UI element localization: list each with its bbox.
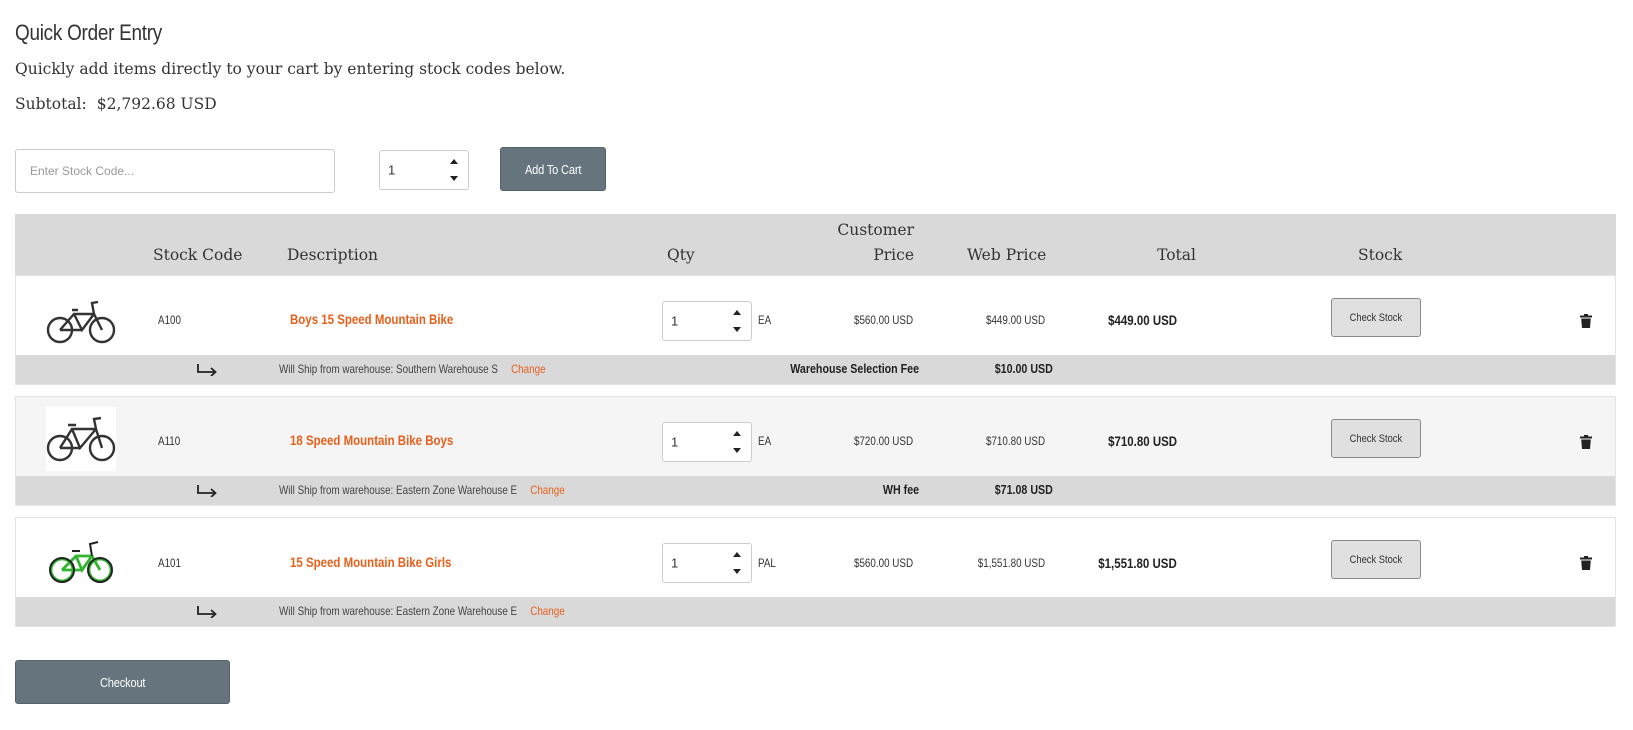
ship-from-text: Will Ship from warehouse: Eastern Zone W… xyxy=(279,604,565,618)
entry-qty-stepper[interactable]: 1 xyxy=(379,150,469,190)
web-price: $449.00 USD xyxy=(985,313,1045,327)
row-total: $449.00 USD xyxy=(1108,312,1177,328)
page-intro: Quickly add items directly to your cart … xyxy=(15,60,566,78)
ship-from-text: Will Ship from warehouse: Southern Wareh… xyxy=(279,362,546,376)
checkout-label: Checkout xyxy=(99,674,146,690)
bicycle-icon xyxy=(46,300,116,344)
unit: PAL xyxy=(758,556,776,570)
checkout-button[interactable]: Checkout xyxy=(15,660,230,704)
header-stock-code: Stock Code xyxy=(153,246,243,264)
web-price: $1,551.80 USD xyxy=(977,556,1045,570)
unit: EA xyxy=(758,434,772,448)
trash-icon[interactable] xyxy=(1580,556,1592,570)
header-customer-price-line2: Price xyxy=(873,246,914,264)
stock-code: A110 xyxy=(158,434,181,448)
check-stock-button[interactable]: Check Stock xyxy=(1331,419,1421,458)
bicycle-icon xyxy=(46,416,116,462)
product-image xyxy=(46,528,116,592)
ship-from-text: Will Ship from warehouse: Eastern Zone W… xyxy=(279,483,565,497)
trash-icon[interactable] xyxy=(1580,435,1592,449)
ship-from-label: Will Ship from warehouse: Eastern Zone W… xyxy=(279,604,518,618)
stock-code-input[interactable] xyxy=(15,149,335,193)
increment-icon[interactable] xyxy=(733,310,741,315)
add-to-cart-label: Add To Cart xyxy=(524,161,582,177)
check-stock-button[interactable]: Check Stock xyxy=(1331,540,1421,579)
header-customer-price-line1: Customer xyxy=(837,221,914,239)
increment-icon[interactable] xyxy=(733,431,741,436)
check-stock-label: Check Stock xyxy=(1349,432,1403,445)
row-total: $1,551.80 USD xyxy=(1098,555,1177,571)
product-description-link[interactable]: 18 Speed Mountain Bike Boys xyxy=(290,432,453,448)
product-description-link[interactable]: Boys 15 Speed Mountain Bike xyxy=(290,311,453,327)
return-arrow-icon xyxy=(197,485,217,497)
fee-value: $71.08 USD xyxy=(994,482,1053,497)
row-qty-value[interactable]: 1 xyxy=(671,556,678,571)
table-header: Stock Code Description Qty Customer Pric… xyxy=(15,214,1616,275)
shipping-row xyxy=(15,476,1616,506)
increment-icon[interactable] xyxy=(450,159,458,164)
product-image xyxy=(46,407,116,471)
trash-icon[interactable] xyxy=(1580,314,1592,328)
fee-label: WH fee xyxy=(882,482,919,497)
stock-code: A100 xyxy=(158,313,181,327)
decrement-icon[interactable] xyxy=(733,569,741,574)
change-warehouse-link[interactable]: Change xyxy=(530,483,564,497)
subtotal-label: Subtotal: xyxy=(15,95,87,113)
return-arrow-icon xyxy=(197,606,217,618)
header-web-price: Web Price xyxy=(967,246,1047,264)
customer-price: $720.00 USD xyxy=(853,434,913,448)
change-warehouse-link[interactable]: Change xyxy=(530,604,564,618)
check-stock-label: Check Stock xyxy=(1349,553,1403,566)
row-qty-stepper[interactable]: 1 xyxy=(662,543,752,583)
row-qty-stepper[interactable]: 1 xyxy=(662,422,752,462)
change-warehouse-link[interactable]: Change xyxy=(511,362,545,376)
check-stock-label: Check Stock xyxy=(1349,311,1403,324)
check-stock-button[interactable]: Check Stock xyxy=(1331,298,1421,337)
product-description-link[interactable]: 15 Speed Mountain Bike Girls xyxy=(290,554,451,570)
header-total: Total xyxy=(1157,246,1196,264)
fee-value: $10.00 USD xyxy=(994,361,1053,376)
customer-price: $560.00 USD xyxy=(853,556,913,570)
page-title: Quick Order Entry xyxy=(15,20,163,45)
add-to-cart-button[interactable]: Add To Cart xyxy=(500,147,606,191)
bicycle-icon xyxy=(49,541,113,583)
increment-icon[interactable] xyxy=(733,552,741,557)
decrement-icon[interactable] xyxy=(450,176,458,181)
unit: EA xyxy=(758,313,772,327)
ship-from-label: Will Ship from warehouse: Southern Wareh… xyxy=(279,362,498,376)
fee-label: Warehouse Selection Fee xyxy=(790,361,919,376)
header-description: Description xyxy=(287,246,379,264)
customer-price: $560.00 USD xyxy=(853,313,913,327)
return-arrow-icon xyxy=(197,364,217,376)
row-qty-value[interactable]: 1 xyxy=(671,314,678,329)
subtotal-value: $2,792.68 USD xyxy=(96,95,217,113)
web-price: $710.80 USD xyxy=(985,434,1045,448)
product-image xyxy=(46,289,116,353)
decrement-icon[interactable] xyxy=(733,448,741,453)
stock-code: A101 xyxy=(158,556,181,570)
row-qty-value[interactable]: 1 xyxy=(671,435,678,450)
ship-from-label: Will Ship from warehouse: Eastern Zone W… xyxy=(279,483,518,497)
decrement-icon[interactable] xyxy=(733,327,741,332)
entry-qty-value[interactable]: 1 xyxy=(388,163,395,178)
subtotal: Subtotal: $2,792.68 USD xyxy=(15,95,217,113)
shipping-row xyxy=(15,597,1616,627)
row-qty-stepper[interactable]: 1 xyxy=(662,301,752,341)
header-stock: Stock xyxy=(1358,246,1403,264)
header-qty: Qty xyxy=(667,246,695,264)
row-total: $710.80 USD xyxy=(1108,433,1177,449)
